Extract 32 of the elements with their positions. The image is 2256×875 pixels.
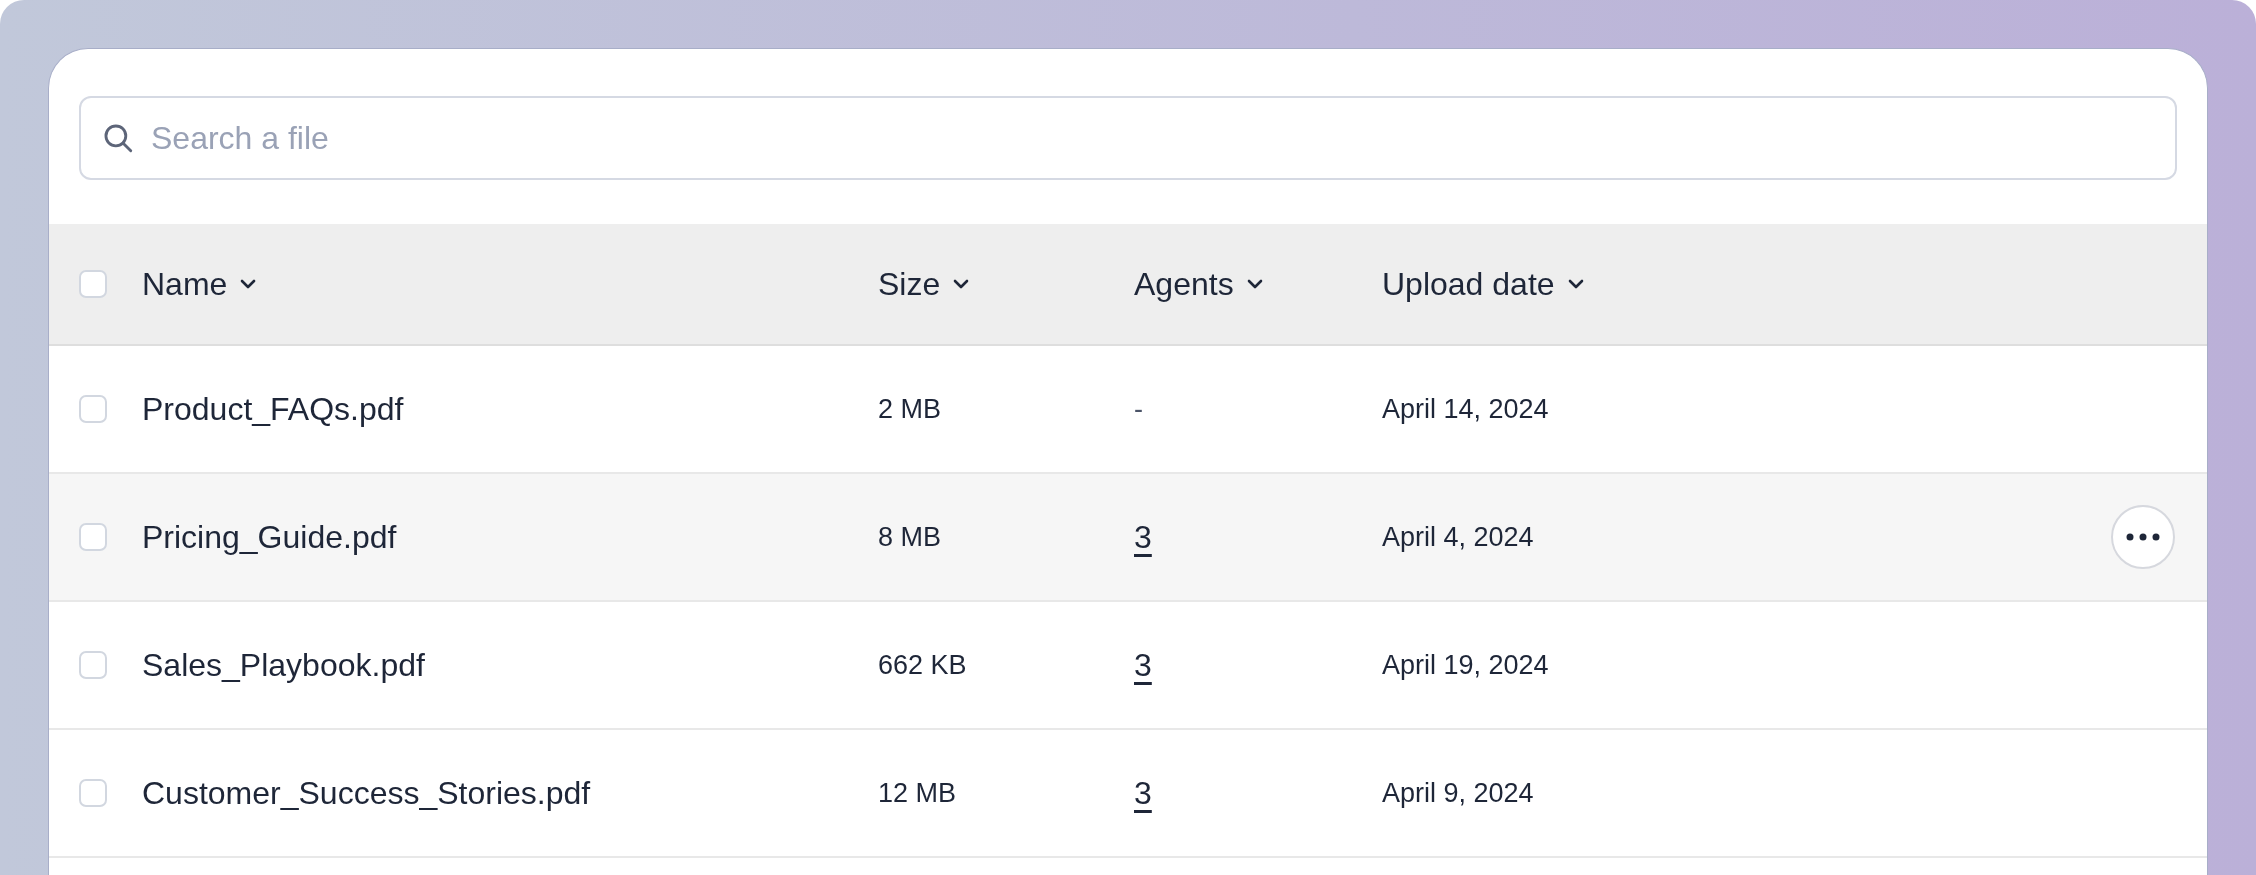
select-all-checkbox[interactable] [79, 270, 107, 298]
file-name: Pricing_Guide.pdf [142, 518, 398, 556]
search-field[interactable]: Search a file [79, 96, 2177, 180]
row-checkbox[interactable] [79, 651, 107, 679]
chevron-down-icon [239, 278, 258, 290]
agents-cell: - [1134, 393, 1143, 425]
agents-link[interactable]: 3 [1134, 646, 1152, 684]
file-name: Customer_Success_Stories.pdf [142, 774, 592, 812]
file-name: Sales_Playbook.pdf [142, 646, 426, 684]
file-size: 12 MB [878, 777, 958, 809]
row-checkbox[interactable] [79, 395, 107, 423]
chevron-down-icon [1245, 278, 1264, 290]
upload-date: April 4, 2024 [1382, 521, 1535, 553]
row-checkbox[interactable] [79, 779, 107, 807]
column-header[interactable]: Size [878, 265, 971, 303]
table-row[interactable]: Pricing_Guide.pdf 8 MB 3 April 4, 2024 [49, 474, 2207, 602]
agents-link[interactable]: 3 [1134, 774, 1152, 812]
chevron-down-icon [952, 278, 971, 290]
file-size: 662 KB [878, 649, 968, 681]
file-name: Product_FAQs.pdf [142, 390, 405, 428]
file-size: 2 MB [878, 393, 943, 425]
column-header[interactable]: Upload date [1382, 265, 1585, 303]
ellipsis-icon [2126, 533, 2160, 541]
upload-date: April 9, 2024 [1382, 777, 1535, 809]
agents-link[interactable]: 3 [1134, 518, 1152, 556]
upload-date: April 19, 2024 [1382, 649, 1550, 681]
column-header[interactable]: Name [142, 265, 258, 303]
upload-date: April 14, 2024 [1382, 393, 1550, 425]
row-checkbox[interactable] [79, 523, 107, 551]
chevron-down-icon [1566, 278, 1585, 290]
column-header[interactable]: Agents [1134, 265, 1264, 303]
file-size: 8 MB [878, 521, 943, 553]
